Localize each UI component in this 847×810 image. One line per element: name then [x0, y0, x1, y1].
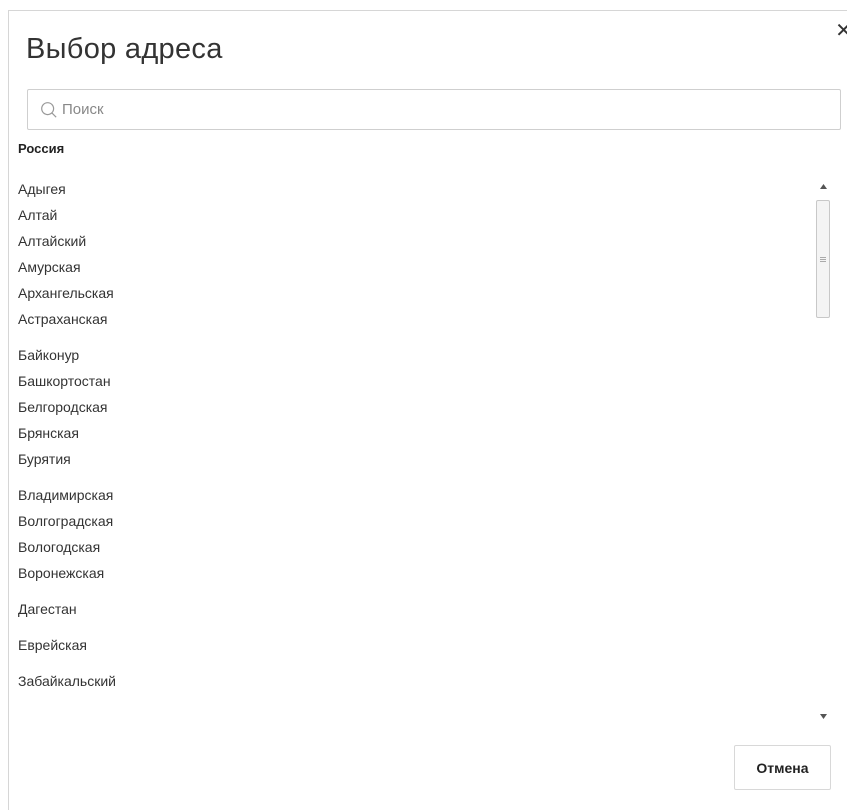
region-item[interactable]: Астраханская [18, 306, 808, 332]
region-group: Забайкальский [18, 668, 808, 694]
region-group: Адыгея Алтай Алтайский Амурская Архангельска… [18, 176, 808, 332]
region-item[interactable]: Белгородская [18, 394, 808, 420]
region-item[interactable]: Волгоградская [18, 508, 808, 534]
region-item[interactable]: Брянская [18, 420, 808, 446]
region-item[interactable]: Дагестан [18, 596, 808, 622]
grip-icon [820, 256, 826, 263]
scroll-down-arrow-icon[interactable] [815, 708, 832, 725]
region-list[interactable]: Адыгея Алтай Алтайский Амурская Архангельска… [18, 176, 808, 721]
region-item[interactable]: Байконур [18, 342, 808, 368]
dialog-title: Выбор адреса [26, 33, 223, 65]
close-icon[interactable]: ✕ [835, 21, 847, 41]
country-heading: Россия [18, 141, 65, 156]
search-input[interactable] [60, 100, 824, 119]
search-box[interactable] [27, 89, 841, 130]
region-item[interactable]: Амурская [18, 254, 808, 280]
region-group: Байконур Башкортостан Белгородская Брянская… [18, 342, 808, 472]
region-item[interactable]: Владимирская [18, 482, 808, 508]
cancel-button[interactable]: Отмена [734, 745, 831, 790]
search-icon [41, 102, 57, 118]
region-group: Еврейская [18, 632, 808, 658]
region-item[interactable]: Архангельская [18, 280, 808, 306]
scrollbar[interactable] [815, 178, 832, 725]
region-item[interactable]: Алтайский [18, 228, 808, 254]
scroll-up-arrow-icon[interactable] [815, 178, 832, 195]
region-item[interactable]: Еврейская [18, 632, 808, 658]
region-item[interactable]: Вологодская [18, 534, 808, 560]
region-group: Владимирская Волгоградская Вологодская Воро… [18, 482, 808, 586]
region-item[interactable]: Бурятия [18, 446, 808, 472]
region-item[interactable]: Забайкальский [18, 668, 808, 694]
region-item[interactable]: Алтай [18, 202, 808, 228]
scroll-thumb[interactable] [816, 200, 830, 318]
region-item[interactable]: Башкортостан [18, 368, 808, 394]
region-item[interactable]: Воронежская [18, 560, 808, 586]
region-group: Дагестан [18, 596, 808, 622]
region-item[interactable]: Адыгея [18, 176, 808, 202]
